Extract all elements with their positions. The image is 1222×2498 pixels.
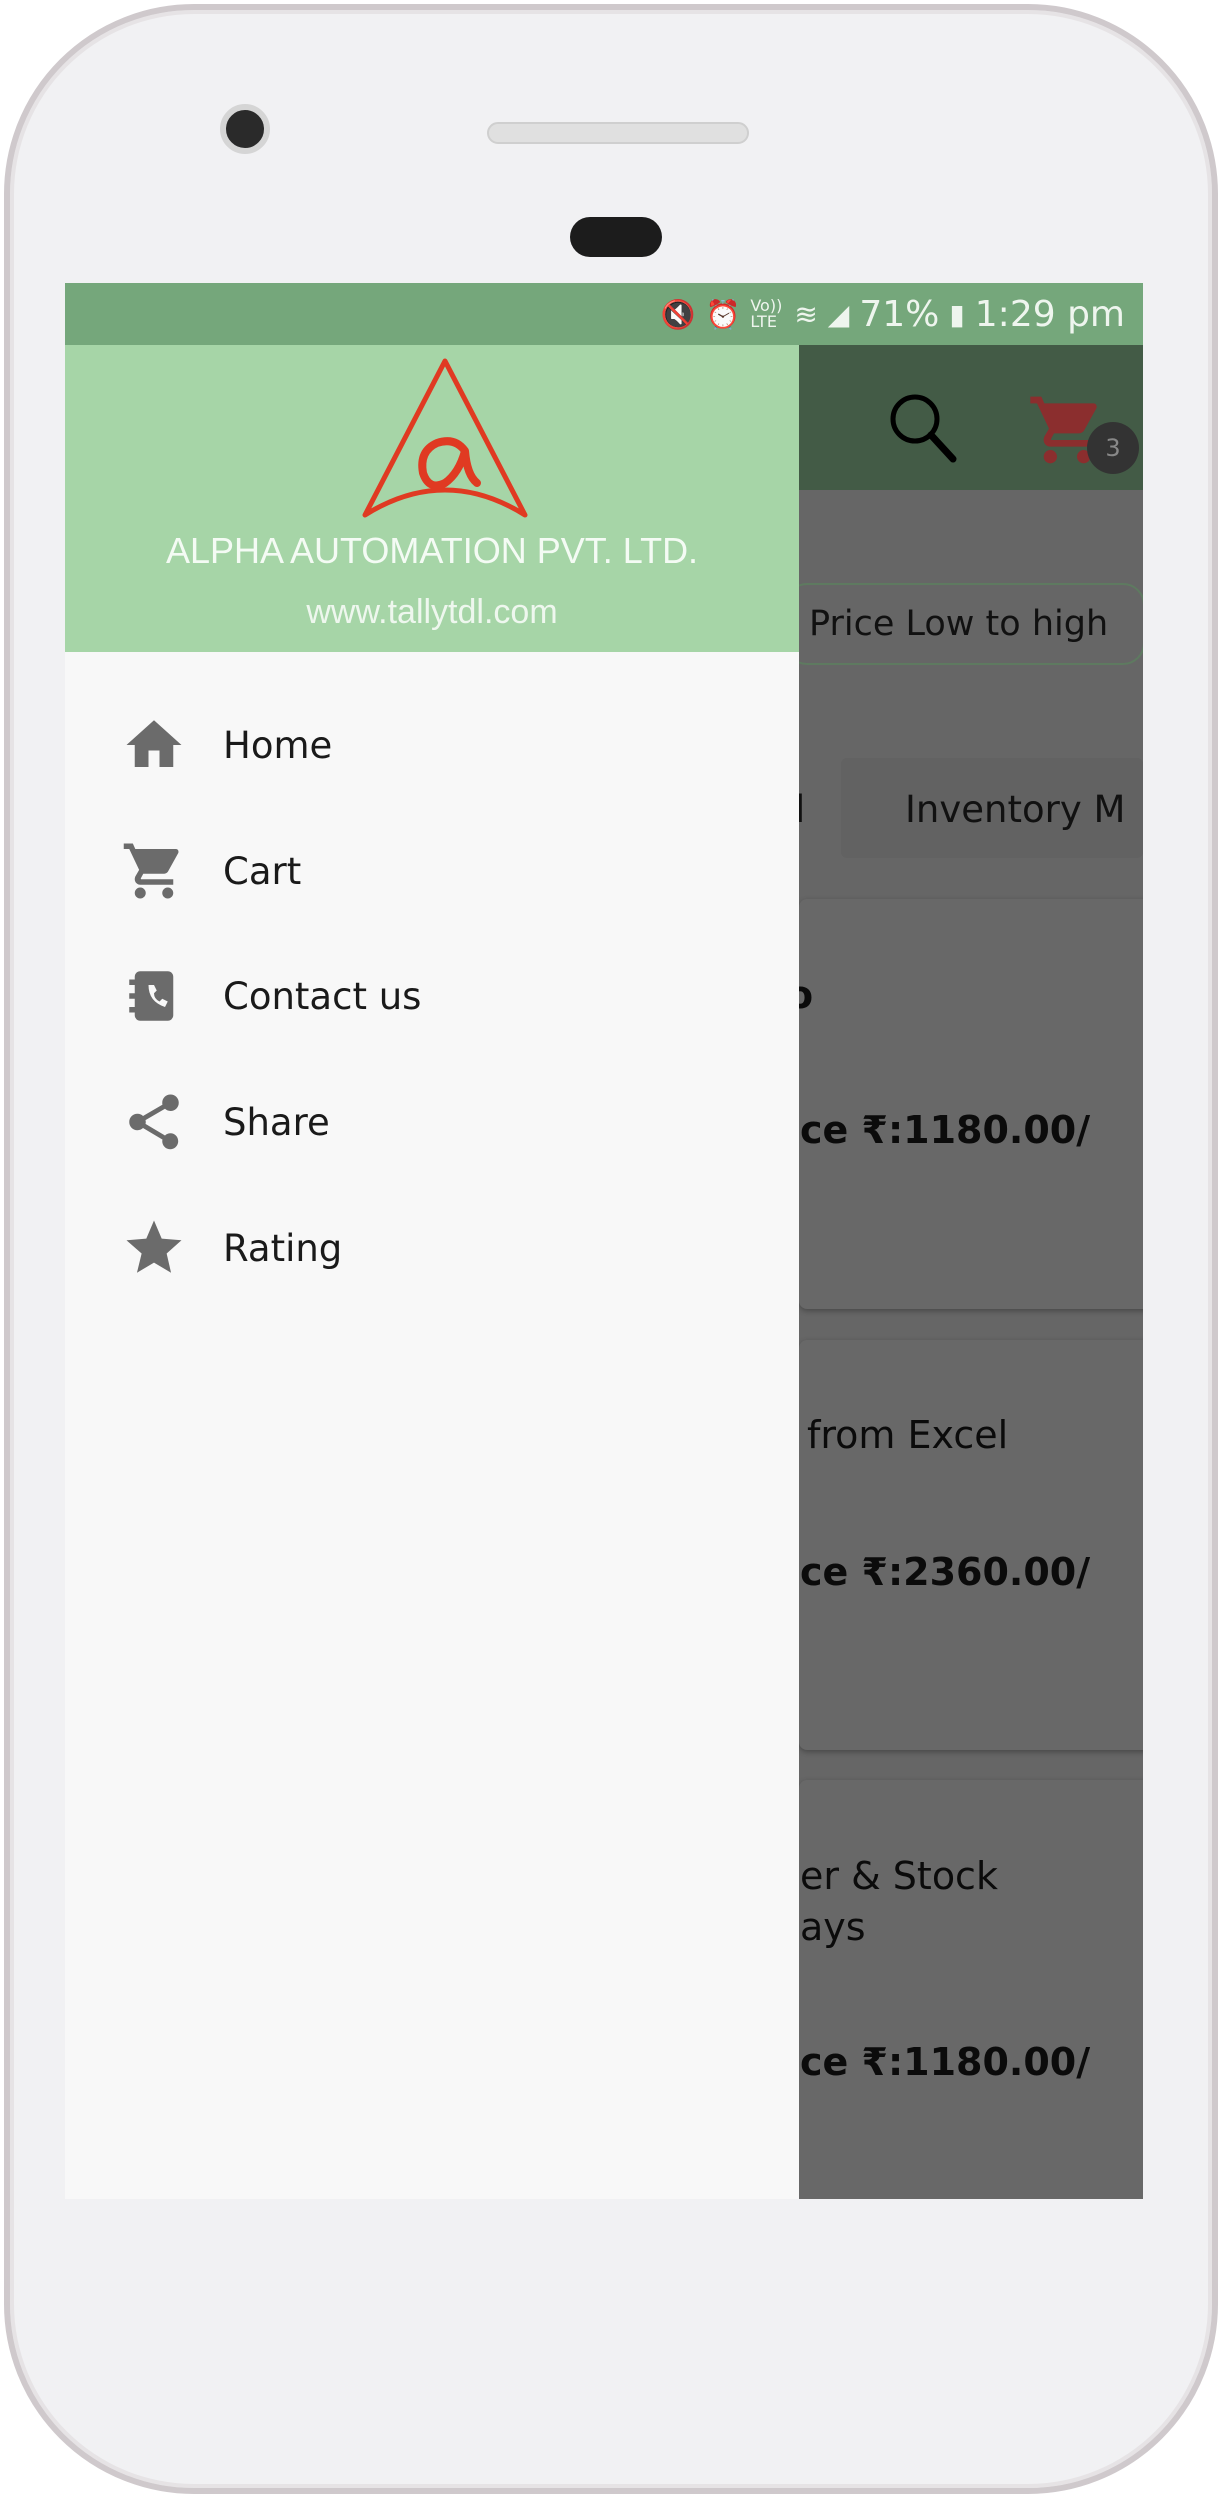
alarm-icon: ⏰	[705, 297, 741, 331]
company-logo	[362, 358, 528, 518]
search-icon[interactable]	[883, 387, 963, 467]
drawer-item-label: Contact us	[223, 974, 422, 1018]
cart-count-badge: 3	[1087, 422, 1139, 474]
home-icon	[126, 720, 182, 767]
front-camera	[220, 104, 270, 154]
product-price: ce ₹:1180.00/	[800, 1108, 1091, 1152]
product-card[interactable]	[799, 1780, 1143, 2199]
drawer-item-home[interactable]: Home	[65, 695, 799, 795]
drawer-item-label: Home	[223, 723, 333, 767]
drawer-header: ALPHA AUTOMATION PVT. LTD. www.tallytdl.…	[65, 345, 799, 652]
drawer-item-contact[interactable]: Contact us	[65, 946, 799, 1046]
share-icon	[129, 1094, 179, 1150]
drawer-item-label: Cart	[223, 849, 302, 893]
drawer-item-cart[interactable]: Cart	[65, 821, 799, 921]
status-bar: 🔇 ⏰ Vo)) LTE ≋ ◢ 71% ▮ 1:29 pm	[65, 283, 1143, 345]
product-price: ce ₹:2360.00/	[800, 1550, 1091, 1594]
volte-icon: Vo)) LTE	[750, 296, 783, 331]
battery-icon: ▮	[949, 297, 965, 331]
signal-icon: ◢	[827, 297, 850, 331]
clock: 1:29 pm	[974, 293, 1125, 335]
navigation-drawer: ALPHA AUTOMATION PVT. LTD. www.tallytdl.…	[65, 345, 799, 2199]
product-card[interactable]	[799, 899, 1143, 1309]
product-price: ce ₹:1180.00/	[800, 2040, 1091, 2084]
product-title: from Excel	[807, 1413, 1009, 1457]
star-icon	[126, 1220, 182, 1273]
mute-vibrate-icon: 🔇	[660, 297, 696, 331]
proximity-sensor	[570, 217, 662, 257]
company-name: ALPHA AUTOMATION PVT. LTD.	[165, 530, 699, 571]
product-title-line2: ays	[800, 1905, 866, 1949]
drawer-item-rating[interactable]: Rating	[65, 1198, 799, 1298]
product-title: er & Stock	[800, 1854, 998, 1898]
contact-book-icon	[129, 971, 174, 1021]
wifi-icon: ≋	[794, 297, 818, 331]
earpiece-speaker	[487, 122, 749, 144]
battery-percent: 71%	[859, 293, 940, 335]
drawer-item-label: Share	[223, 1100, 330, 1144]
sort-chip[interactable]: Price Low to high	[785, 583, 1143, 665]
screen: 🔇 ⏰ Vo)) LTE ≋ ◢ 71% ▮ 1:29 pm 3 Price L…	[65, 283, 1143, 2199]
company-website[interactable]: www.tallytdl.com	[65, 593, 799, 632]
drawer-item-label: Rating	[223, 1226, 343, 1270]
cart-icon	[123, 843, 179, 899]
product-card[interactable]	[799, 1340, 1143, 1750]
drawer-item-share[interactable]: Share	[65, 1072, 799, 1172]
category-tab[interactable]: Inventory M	[905, 788, 1125, 831]
